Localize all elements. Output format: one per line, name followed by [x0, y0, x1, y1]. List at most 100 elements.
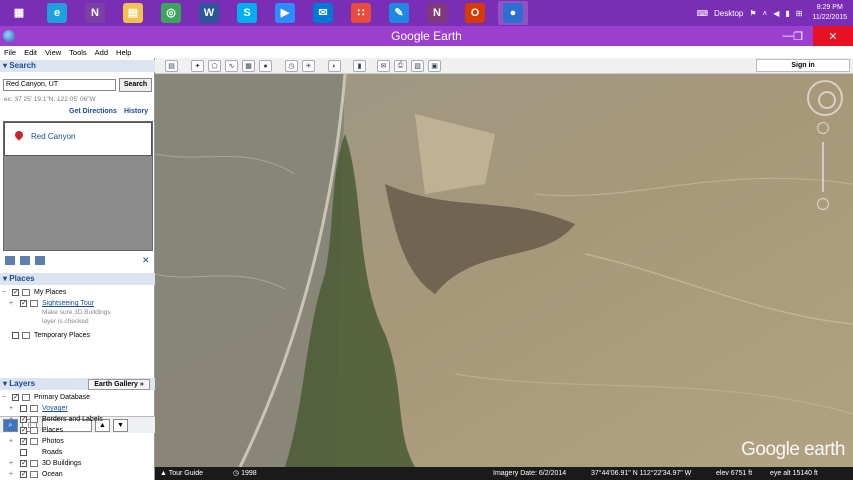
- layer-checkbox[interactable]: [12, 392, 19, 403]
- menu-add[interactable]: Add: [95, 48, 108, 57]
- clear-results-icon[interactable]: ✕: [142, 255, 150, 266]
- file-explorer-icon[interactable]: ▤: [118, 1, 148, 25]
- layer-label[interactable]: Places: [42, 425, 63, 436]
- expand-icon[interactable]: +: [9, 469, 13, 480]
- close-window-button[interactable]: ✕: [813, 26, 853, 46]
- menu-edit[interactable]: Edit: [24, 48, 37, 57]
- layer-row[interactable]: − Primary Database: [0, 392, 155, 403]
- layer-label[interactable]: Borders and Labels: [42, 414, 103, 425]
- network-icon[interactable]: ▮: [785, 9, 789, 18]
- google-earth-icon[interactable]: ●: [498, 1, 528, 25]
- mail-icon[interactable]: ✉: [308, 1, 338, 25]
- keyboard-icon[interactable]: ⌨: [696, 9, 708, 18]
- search-input[interactable]: Red Canyon, UT: [3, 79, 116, 91]
- layer-checkbox[interactable]: [20, 449, 27, 456]
- volume-icon[interactable]: ◀: [773, 9, 779, 18]
- maximize-button[interactable]: ❐: [783, 26, 813, 46]
- save-folder-icon[interactable]: [5, 256, 15, 265]
- polygon-icon[interactable]: ⬠: [208, 60, 221, 72]
- layer-checkbox[interactable]: [20, 436, 27, 447]
- path-icon[interactable]: ∿: [225, 60, 238, 72]
- sidebar-toggle-icon[interactable]: ▤: [165, 60, 178, 72]
- expand-icon[interactable]: +: [9, 436, 13, 447]
- search-result-item[interactable]: Red Canyon: [4, 122, 152, 156]
- layer-label[interactable]: Primary Database: [34, 392, 90, 403]
- layer-label[interactable]: 3D Buildings: [42, 458, 81, 469]
- menu-help[interactable]: Help: [116, 48, 131, 57]
- zoom-out-icon[interactable]: [817, 198, 829, 210]
- layer-checkbox[interactable]: [20, 405, 27, 412]
- places-panel-header[interactable]: ▾ Places: [0, 273, 155, 285]
- onenote2-icon[interactable]: N: [422, 1, 452, 25]
- record-tour-icon[interactable]: ●: [259, 60, 272, 72]
- clock[interactable]: 8:29 PM 11/22/2015: [812, 3, 847, 23]
- layer-label[interactable]: Voyager: [42, 403, 68, 414]
- view-in-maps-icon[interactable]: ▧: [411, 60, 424, 72]
- copy-icon[interactable]: [20, 256, 30, 265]
- layer-checkbox[interactable]: [20, 425, 27, 436]
- apps-grid-icon[interactable]: ∷: [346, 1, 376, 25]
- layer-checkbox[interactable]: [20, 414, 27, 425]
- layer-label[interactable]: Roads: [42, 447, 62, 458]
- menu-view[interactable]: View: [45, 48, 61, 57]
- chrome-icon[interactable]: ◎: [156, 1, 186, 25]
- zoom-slider[interactable]: [822, 142, 824, 192]
- office-icon[interactable]: O: [460, 1, 490, 25]
- layer-row[interactable]: + Photos: [0, 436, 155, 447]
- tour-guide-button[interactable]: ▲ Tour Guide: [160, 467, 203, 480]
- video-call-icon[interactable]: ▶: [270, 1, 300, 25]
- print-results-icon[interactable]: [35, 256, 45, 265]
- layer-row[interactable]: + Ocean: [0, 469, 155, 480]
- desktop-label[interactable]: Desktop: [714, 9, 743, 18]
- sightseeing-checkbox[interactable]: [20, 298, 27, 309]
- menu-tools[interactable]: Tools: [69, 48, 87, 57]
- map-view[interactable]: Google earth: [155, 74, 853, 467]
- layer-row[interactable]: + Places: [0, 425, 155, 436]
- layer-label[interactable]: Photos: [42, 436, 64, 447]
- zoom-in-icon[interactable]: [817, 122, 829, 134]
- my-places-checkbox[interactable]: [12, 287, 19, 298]
- history-link[interactable]: History: [124, 108, 148, 115]
- layer-row[interactable]: + 3D Buildings: [0, 458, 155, 469]
- skype-icon[interactable]: S: [232, 1, 262, 25]
- layer-checkbox[interactable]: [20, 458, 27, 469]
- collapse-icon[interactable]: −: [2, 287, 6, 298]
- expand-icon[interactable]: +: [9, 298, 13, 309]
- zoom-control[interactable]: [817, 122, 829, 212]
- expand-icon[interactable]: +: [9, 458, 13, 469]
- layer-row[interactable]: + Voyager: [0, 403, 155, 414]
- email-icon[interactable]: ✉: [377, 60, 390, 72]
- expand-icon[interactable]: +: [9, 403, 13, 414]
- sunlight-icon[interactable]: ☀: [302, 60, 315, 72]
- planets-icon[interactable]: ◐: [328, 60, 341, 72]
- tree-row-temporary[interactable]: Temporary Places: [0, 330, 155, 341]
- save-image-icon[interactable]: ▣: [428, 60, 441, 72]
- flag-icon[interactable]: ⚑: [749, 9, 756, 18]
- ruler-icon[interactable]: ▮: [353, 60, 366, 72]
- my-places-label[interactable]: My Places: [34, 287, 66, 298]
- collapse-icon[interactable]: −: [2, 392, 6, 403]
- sign-in-button[interactable]: Sign in: [756, 59, 850, 72]
- get-directions-link[interactable]: Get Directions: [69, 108, 117, 115]
- tree-row-my-places[interactable]: − My Places: [0, 287, 155, 298]
- temporary-places-label[interactable]: Temporary Places: [34, 330, 90, 341]
- layer-row[interactable]: Roads: [0, 447, 155, 458]
- internet-explorer-icon[interactable]: e: [42, 1, 72, 25]
- temporary-places-checkbox[interactable]: [12, 332, 19, 339]
- layer-label[interactable]: Ocean: [42, 469, 63, 480]
- image-overlay-icon[interactable]: ▦: [242, 60, 255, 72]
- placemark-icon[interactable]: ✦: [191, 60, 204, 72]
- chevron-up-icon[interactable]: ˄: [763, 9, 768, 18]
- pen-icon[interactable]: ✎: [384, 1, 414, 25]
- historical-year[interactable]: ◷ 1998: [233, 467, 257, 480]
- windows-flag-icon[interactable]: ⊞: [796, 9, 803, 18]
- search-result-name[interactable]: Red Canyon: [31, 132, 75, 141]
- word-icon[interactable]: W: [194, 1, 224, 25]
- layer-row[interactable]: + Borders and Labels: [0, 414, 155, 425]
- print-icon[interactable]: ⎙: [394, 60, 407, 72]
- expand-icon[interactable]: +: [9, 414, 13, 425]
- compass-icon[interactable]: [807, 80, 843, 116]
- search-button[interactable]: Search: [119, 78, 152, 92]
- tree-row-sightseeing[interactable]: + Sightseeing Tour: [0, 298, 155, 309]
- earth-gallery-button[interactable]: Earth Gallery »: [88, 379, 150, 390]
